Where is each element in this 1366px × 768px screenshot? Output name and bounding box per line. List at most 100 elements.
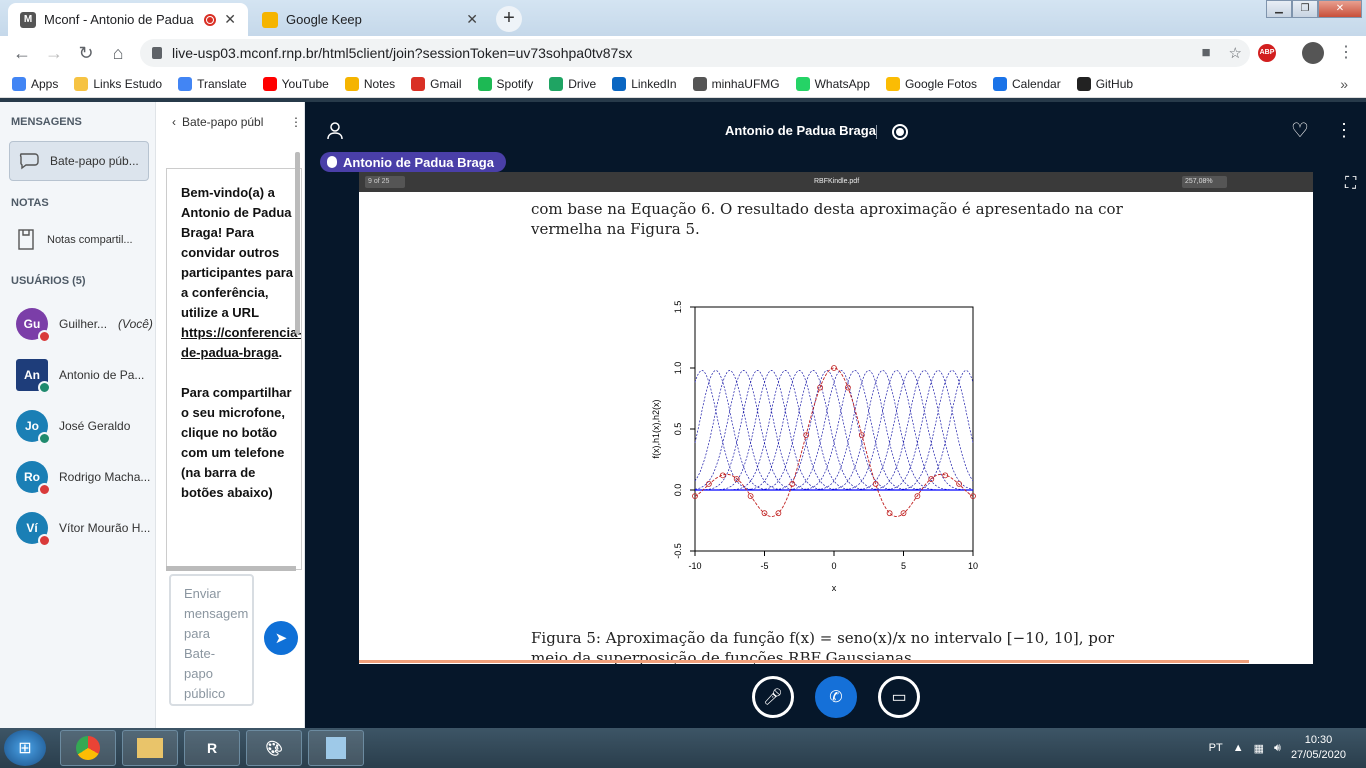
bookmark-label: Google Fotos — [904, 76, 978, 91]
show-hidden-icons[interactable]: ▲ — [1233, 742, 1244, 754]
taskbar-paint[interactable]: 🎨︎ — [246, 730, 302, 766]
bookmark-linkedin[interactable]: LinkedIn — [612, 76, 677, 91]
reload-icon[interactable]: ↻ — [70, 43, 102, 64]
user-name: Rodrigo Macha... — [59, 470, 151, 484]
x-tick-label: -10 — [688, 561, 701, 571]
gmail-icon — [411, 76, 426, 91]
close-window-button[interactable]: ✕ — [1318, 0, 1362, 18]
new-tab-button[interactable]: + — [496, 6, 522, 32]
gaussian-curve — [695, 370, 974, 491]
avatar: Ro — [16, 461, 51, 496]
bookmark-label: Notes — [363, 76, 396, 91]
bookmark-gmail[interactable]: Gmail — [411, 76, 462, 91]
bookmark-label: minhaUFMG — [711, 76, 780, 91]
mute-button[interactable]: 🎤︎ — [752, 676, 794, 718]
close-tab-icon[interactable]: ✕ — [466, 11, 478, 28]
users-header: USUÁRIOS (5) — [11, 275, 86, 287]
chevron-left-icon[interactable]: ‹ — [172, 115, 176, 129]
bookmark-links-estudo[interactable]: Links Estudo — [74, 76, 162, 91]
avatar-initials: Gu — [23, 317, 41, 331]
camera-icon[interactable]: ■ — [1201, 44, 1210, 62]
back-icon[interactable]: ← — [6, 43, 38, 64]
user-list-sidebar: MENSAGENS Bate-papo púb... NOTAS Notas c… — [0, 102, 156, 728]
fullscreen-icon[interactable]: ⛶ — [1345, 175, 1356, 193]
language-indicator[interactable]: PT — [1209, 742, 1223, 754]
tab-google-keep[interactable]: Google Keep ✕ — [250, 3, 490, 36]
bookmark-translate[interactable]: Translate — [178, 76, 247, 91]
header-divider — [876, 125, 877, 139]
plot-frame — [694, 306, 974, 552]
lock-icon — [152, 47, 162, 59]
calendar-icon — [993, 76, 1008, 91]
pdf-text-line: vermelha na Figura 5. — [531, 220, 700, 238]
profile-avatar[interactable] — [1302, 42, 1324, 64]
clock[interactable]: 10:30 27/05/2020 — [1291, 733, 1346, 763]
share-webcam-button[interactable]: ▭ — [878, 676, 920, 718]
minimize-button[interactable]: ▁ — [1266, 0, 1292, 18]
network-icon[interactable]: ▦ — [1254, 742, 1264, 755]
chat-scrollbar[interactable] — [295, 152, 300, 334]
conference-link[interactable]: https://conferencia-de-padua-braga — [181, 325, 301, 360]
pdf-viewer-toolbar: 9 of 25 RBFKindle.pdf 257,08% — [359, 172, 1313, 192]
bookmark-minhaufmg[interactable]: minhaUFMG — [692, 76, 780, 91]
notes-header: NOTAS — [11, 197, 49, 209]
bookmark-apps[interactable]: Apps — [12, 76, 58, 91]
chat-horizontal-scrollbar[interactable] — [166, 566, 296, 571]
user-item[interactable]: Ví Vítor Mourão H... — [16, 510, 156, 547]
chat-message-input[interactable]: Enviar mensagem para Bate-papo público — [169, 574, 254, 706]
public-chat-item[interactable]: Bate-papo púb... — [9, 141, 149, 181]
leave-audio-button[interactable]: ✆ — [815, 676, 857, 718]
user-item[interactable]: Jo José Geraldo — [16, 408, 156, 445]
address-bar[interactable]: live-usp03.mconf.rnp.br/html5client/join… — [140, 39, 1250, 67]
record-icon[interactable] — [892, 124, 908, 140]
gaussian-curve — [695, 370, 973, 491]
volume-icon[interactable]: 🔊︎ — [1274, 742, 1281, 755]
gaussian-curve — [695, 370, 973, 491]
start-button[interactable]: ⊞ — [4, 730, 46, 766]
chat-options-icon[interactable]: ⋮ — [290, 115, 302, 129]
bookmark-drive[interactable]: Drive — [549, 76, 596, 91]
home-icon[interactable]: ⌂ — [102, 43, 134, 64]
taskbar-explorer[interactable] — [122, 730, 178, 766]
meeting-header: Antonio de Padua Braga ♡ ⋮ — [305, 120, 1366, 144]
bookmark-github[interactable]: GitHub — [1076, 76, 1133, 91]
y-tick-label: -0.5 — [673, 543, 683, 559]
taskbar-r[interactable]: R — [184, 730, 240, 766]
microphone-instructions: Para compartilhar o seu microfone, cliqu… — [181, 385, 292, 500]
gaussian-curve — [694, 370, 973, 491]
bookmarks-bar: Apps Links Estudo Translate YouTube Notes Gma… — [0, 70, 1366, 98]
r-icon: R — [206, 740, 218, 756]
bookmark-whatsapp[interactable]: WhatsApp — [795, 76, 870, 91]
maximize-button[interactable]: ❐ — [1292, 0, 1318, 18]
adblock-icon[interactable]: ABP — [1258, 44, 1276, 62]
user-item[interactable]: Ro Rodrigo Macha... — [16, 459, 156, 496]
more-bookmarks-icon[interactable]: » — [1340, 76, 1348, 92]
options-icon[interactable]: ⋮ — [1335, 120, 1353, 141]
user-icon[interactable] — [327, 122, 343, 140]
tab-mconf[interactable]: M Mconf - Antonio de Padua B ✕ — [8, 3, 248, 36]
bookmark-youtube[interactable]: YouTube — [262, 76, 329, 91]
bookmark-calendar[interactable]: Calendar — [993, 76, 1061, 91]
user-item[interactable]: Gu Guilher... (Você) — [16, 306, 156, 343]
shared-notes-item[interactable]: Notas compartil... — [9, 222, 154, 258]
bookmark-google-fotos[interactable]: Google Fotos — [885, 76, 978, 91]
bookmark-notes[interactable]: Notes — [344, 76, 396, 91]
main-content: Antonio de Padua Braga ♡ ⋮ Antonio de Pa… — [305, 102, 1366, 728]
user-item[interactable]: An Antonio de Pa... — [16, 357, 156, 394]
forward-icon[interactable]: → — [38, 43, 70, 64]
bookmark-star-icon[interactable]: ☆ — [1229, 44, 1242, 62]
avatar-initials: Ro — [24, 470, 40, 484]
sample-point — [886, 510, 893, 517]
heart-icon[interactable]: ♡ — [1291, 118, 1309, 143]
bookmark-spotify[interactable]: Spotify — [477, 76, 533, 91]
gaussian-curve — [694, 370, 973, 491]
browser-menu-icon[interactable]: ⋮ — [1338, 42, 1354, 62]
taskbar-notepad[interactable] — [308, 730, 364, 766]
gaussian-curve — [695, 370, 973, 491]
y-tick-label: 0.0 — [673, 484, 683, 497]
rbf-chart: -10 -5 0 5 10 -0.5 0.0 0.5 1.0 1.5 x f(x),h1(x),h2(… — [651, 301, 978, 593]
send-message-button[interactable]: ➤ — [264, 621, 298, 655]
close-tab-icon[interactable]: ✕ — [224, 11, 236, 28]
taskbar-chrome[interactable] — [60, 730, 116, 766]
minhaufmg-icon — [692, 76, 707, 91]
